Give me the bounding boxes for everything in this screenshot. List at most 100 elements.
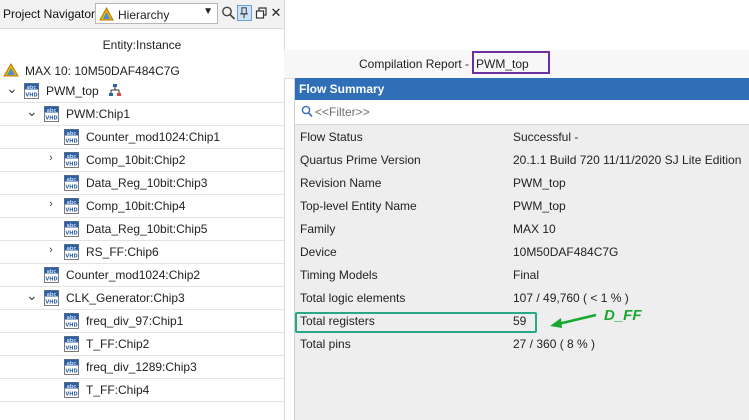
summary-key: Total pins <box>300 337 351 351</box>
tree-item-label: Counter_mod1024:Chip2 <box>66 268 201 282</box>
svg-text:VHD: VHD <box>45 116 57 122</box>
restore-icon[interactable] <box>254 5 269 21</box>
summary-key: Revision Name <box>300 176 382 190</box>
annotation-arrow-icon <box>550 313 597 328</box>
vhdl-file-icon: abc VHD <box>44 290 59 306</box>
tree-item[interactable]: › abc VHD Comp_10bit:Chip2 <box>0 149 284 172</box>
summary-key: Family <box>300 222 336 236</box>
summary-row[interactable]: Total logic elements 107 / 49,760 ( < 1 %… <box>295 286 749 309</box>
project-navigator-panel: Project Navigator Hierarchy ▼ ✕ Entity:I… <box>0 0 285 420</box>
tree-item[interactable]: abc VHD T_FF:Chip4 <box>0 379 284 402</box>
summary-row[interactable]: Revision Name PWM_top <box>295 171 749 194</box>
svg-text:VHD: VHD <box>65 323 77 329</box>
close-icon[interactable]: ✕ <box>270 5 282 21</box>
flow-summary-panel: Flow Summary <<Filter>> Flow Status Succe… <box>294 78 749 420</box>
vhdl-file-icon: abc VHD <box>64 336 79 352</box>
summary-row[interactable]: Device 10M50DAF484C7G <box>295 240 749 263</box>
tree-item[interactable]: abc VHD freq_div_1289:Chip3 <box>0 356 284 379</box>
compilation-report-tab[interactable]: Compilation Report - PWM_top <box>284 50 749 79</box>
tree-item[interactable]: ⌄ abc VHD PWM_top <box>0 80 284 103</box>
tree-item-label: T_FF:Chip2 <box>86 337 150 351</box>
svg-text:abc: abc <box>67 315 77 321</box>
tree-item[interactable]: › abc VHD Comp_10bit:Chip4 <box>0 195 284 218</box>
svg-text:VHD: VHD <box>65 185 77 191</box>
tree-item-label: Comp_10bit:Chip2 <box>86 153 186 167</box>
tree-item-label: Data_Reg_10bit:Chip5 <box>86 222 208 236</box>
vhdl-file-icon: abc VHD <box>64 175 79 191</box>
summary-value: Successful - <box>513 130 579 144</box>
tree-item[interactable]: ⌄ abc VHD CLK_Generator:Chip3 <box>0 287 284 310</box>
device-label: MAX 10: 10M50DAF484C7G <box>25 64 180 78</box>
search-icon <box>301 105 313 118</box>
summary-key: Total logic elements <box>300 291 406 305</box>
svg-text:VHD: VHD <box>65 139 77 145</box>
tree-item-label: Data_Reg_10bit:Chip3 <box>86 176 208 190</box>
filter-bar: <<Filter>> <box>295 100 749 125</box>
chevron-down-icon[interactable]: ⌄ <box>6 80 18 97</box>
summary-value: 107 / 49,760 ( < 1 % ) <box>513 291 629 305</box>
summary-row[interactable]: Quartus Prime Version 20.1.1 Build 720 11… <box>295 148 749 171</box>
vhdl-file-icon: abc VHD <box>64 382 79 398</box>
tree-item[interactable]: abc VHD Counter_mod1024:Chip2 <box>0 264 284 287</box>
entity-instance-column-header[interactable]: Entity:Instance <box>0 38 284 52</box>
tree-item-label: PWM_top <box>46 84 99 98</box>
chevron-down-icon[interactable]: ⌄ <box>26 103 38 120</box>
svg-text:abc: abc <box>67 338 77 344</box>
vhdl-file-icon: abc VHD <box>44 106 59 122</box>
tree-item[interactable]: abc VHD freq_div_97:Chip1 <box>0 310 284 333</box>
svg-text:VHD: VHD <box>25 93 37 99</box>
tree-item[interactable]: abc VHD Data_Reg_10bit:Chip5 <box>0 218 284 241</box>
summary-key: Device <box>300 245 337 259</box>
chevron-right-icon[interactable]: › <box>46 244 56 256</box>
summary-value: 10M50DAF484C7G <box>513 245 619 259</box>
view-selector-value: Hierarchy <box>118 8 170 22</box>
svg-text:VHD: VHD <box>45 277 57 283</box>
vhdl-file-icon: abc VHD <box>64 359 79 375</box>
flow-summary-title: Flow Summary <box>299 82 385 96</box>
tree-item-label: freq_div_1289:Chip3 <box>86 360 197 374</box>
hierarchy-icon <box>108 83 122 100</box>
summary-row[interactable]: Top-level Entity Name PWM_top <box>295 194 749 217</box>
svg-text:abc: abc <box>67 223 77 229</box>
summary-value: 27 / 360 ( 8 % ) <box>513 337 596 351</box>
chevron-right-icon[interactable]: › <box>46 152 56 164</box>
svg-text:VHD: VHD <box>65 231 77 237</box>
svg-text:abc: abc <box>47 292 57 298</box>
filter-input[interactable]: <<Filter>> <box>315 105 370 119</box>
summary-key: Flow Status <box>300 130 363 144</box>
svg-text:VHD: VHD <box>65 254 77 260</box>
flow-summary-header[interactable]: Flow Summary <box>295 78 749 100</box>
svg-text:VHD: VHD <box>65 208 77 214</box>
summary-key: Timing Models <box>300 268 378 282</box>
tree-item[interactable]: abc VHD T_FF:Chip2 <box>0 333 284 356</box>
search-icon[interactable] <box>221 5 236 21</box>
tree-item[interactable]: abc VHD Counter_mod1024:Chip1 <box>0 126 284 149</box>
vhdl-file-icon: abc VHD <box>64 129 79 145</box>
pin-icon[interactable] <box>237 5 252 21</box>
summary-value: Final <box>513 268 540 282</box>
hierarchy-tree: ⌄ abc VHD PWM_top ⌄ abc VHD PWM:Chip1 abc VHD Coun… <box>0 80 284 402</box>
svg-text:VHD: VHD <box>65 392 77 398</box>
summary-value: PWM_top <box>513 199 566 213</box>
summary-value: 20.1.1 Build 720 11/11/2020 SJ Lite Edit… <box>513 153 742 167</box>
chevron-down-icon[interactable]: ⌄ <box>26 287 38 304</box>
report-title-prefix: Compilation Report - <box>359 57 470 71</box>
summary-row[interactable]: Timing Models Final <box>295 263 749 286</box>
view-selector-dropdown[interactable]: Hierarchy ▼ <box>95 3 218 24</box>
vhdl-file-icon: abc VHD <box>64 198 79 214</box>
chevron-right-icon[interactable]: › <box>46 198 56 210</box>
summary-row[interactable]: Total pins 27 / 360 ( 8 % ) <box>295 332 749 355</box>
tree-item[interactable]: ⌄ abc VHD PWM:Chip1 <box>0 103 284 126</box>
chevron-down-icon[interactable]: ▼ <box>203 6 213 17</box>
summary-row[interactable]: Flow Status Successful - <box>295 125 749 148</box>
tree-item[interactable]: abc VHD Data_Reg_10bit:Chip3 <box>0 172 284 195</box>
vhdl-file-icon: abc VHD <box>64 313 79 329</box>
svg-text:abc: abc <box>67 200 77 206</box>
svg-text:abc: abc <box>67 131 77 137</box>
tree-item-label: freq_div_97:Chip1 <box>86 314 184 328</box>
tree-item[interactable]: › abc VHD RS_FF:Chip6 <box>0 241 284 264</box>
svg-text:abc: abc <box>27 85 37 91</box>
tree-item-label: T_FF:Chip4 <box>86 383 150 397</box>
vhdl-file-icon: abc VHD <box>44 267 59 283</box>
summary-row[interactable]: Family MAX 10 <box>295 217 749 240</box>
